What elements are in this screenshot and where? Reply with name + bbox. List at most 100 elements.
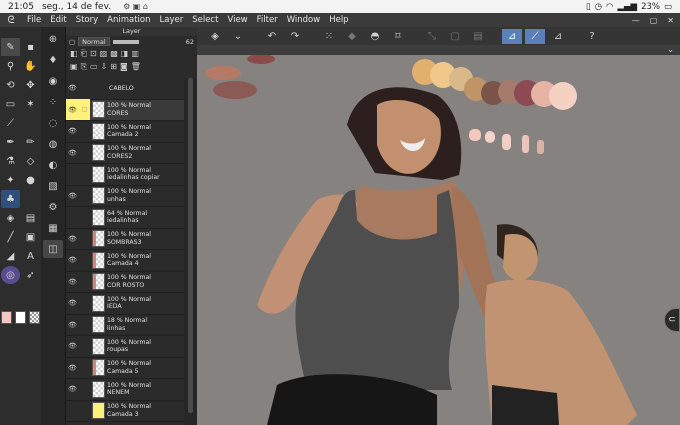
layer-row[interactable]: 👁 100 % Normal Camada 5: [66, 357, 184, 379]
mask-icon[interactable]: ▩: [110, 49, 118, 58]
fill-selection-icon[interactable]: ◓: [365, 29, 385, 44]
layer-edit-state-icon[interactable]: [79, 164, 90, 185]
visibility-eye-icon[interactable]: 👁: [66, 185, 79, 206]
merge-icon[interactable]: ⊞: [110, 62, 117, 71]
deselect-icon[interactable]: ⁙: [319, 29, 339, 44]
menu-story[interactable]: Story: [71, 15, 102, 25]
menu-layer[interactable]: Layer: [155, 15, 188, 25]
layer-row[interactable]: 👁 ▢ 100 % Normal CORES: [66, 99, 184, 121]
new-folder-icon[interactable]: ▭: [90, 62, 98, 71]
layer-row[interactable]: 👁 100 % Normal IEDA: [66, 293, 184, 315]
text-icon[interactable]: A: [21, 247, 40, 265]
layer-row[interactable]: 64 % Normal iedalinhas: [66, 207, 184, 229]
layer-panel-icon[interactable]: ◫: [43, 240, 63, 258]
pen-icon[interactable]: ✒: [1, 133, 20, 151]
layer-settings-icon[interactable]: ▢: [69, 38, 75, 46]
water-drop-icon[interactable]: ♦: [43, 51, 63, 69]
lock-icon[interactable]: ⊡: [90, 49, 97, 58]
color-wheel-icon[interactable]: ◉: [43, 72, 63, 90]
layer-row[interactable]: 👁 100 % Normal SOMBRAS3: [66, 228, 184, 250]
pencil-icon[interactable]: ✏: [21, 133, 40, 151]
zoom-icon[interactable]: ⚲: [1, 57, 20, 75]
operation-icon[interactable]: ➶: [21, 266, 40, 284]
layer-edit-state-icon[interactable]: [79, 250, 90, 271]
layer-row[interactable]: 👁 100 % Normal CORES2: [66, 142, 184, 164]
layer-edit-state-icon[interactable]: [79, 121, 90, 142]
sub-color-swatch[interactable]: [15, 311, 26, 324]
intermediate-color-icon[interactable]: ◍: [43, 135, 63, 153]
snap-ruler-icon[interactable]: ⊿: [502, 28, 522, 44]
snap-grid-icon[interactable]: ⊿: [548, 29, 568, 44]
visibility-eye-icon[interactable]: [66, 207, 79, 228]
opacity-slider[interactable]: [112, 39, 139, 44]
blend-mode-select[interactable]: Normal: [78, 37, 110, 46]
layer-mask-icon[interactable]: ◙: [120, 62, 128, 71]
line-icon[interactable]: ╱: [1, 228, 20, 246]
lock-alpha-icon[interactable]: ▨: [100, 49, 108, 58]
layer-edit-state-icon[interactable]: [79, 379, 90, 400]
layer-scrollbar[interactable]: [184, 78, 198, 425]
visibility-eye-icon[interactable]: 👁: [66, 379, 79, 400]
paste-icon[interactable]: ▤: [468, 29, 488, 44]
layer-scrollbar-thumb[interactable]: [188, 78, 193, 413]
visibility-eye-icon[interactable]: 👁: [66, 228, 79, 249]
brush-blue-icon[interactable]: ♣: [1, 190, 20, 208]
dropdown-chevron-icon[interactable]: ⌄: [228, 29, 248, 44]
layer-row[interactable]: 👁 100 % Normal unhas: [66, 185, 184, 207]
rotate-icon[interactable]: ⟲: [1, 76, 20, 94]
layer-row[interactable]: 👁 100 % Normal NENEM: [66, 379, 184, 401]
menu-edit[interactable]: Edit: [45, 15, 70, 25]
move-icon[interactable]: ✥: [21, 76, 40, 94]
layer-row[interactable]: 👁 100 % Normal COR ROSTO: [66, 271, 184, 293]
blend-icon[interactable]: ●: [21, 171, 40, 189]
crop-icon[interactable]: ⌑: [388, 29, 408, 44]
decoration-icon[interactable]: ✦: [1, 171, 20, 189]
menu-help[interactable]: Help: [324, 15, 352, 25]
visibility-eye-icon[interactable]: 👁: [66, 271, 79, 292]
reference-icon[interactable]: ⎗: [81, 49, 87, 59]
eyedropper-icon[interactable]: ⟋: [1, 114, 20, 132]
close-icon[interactable]: ✕: [667, 16, 674, 25]
clip-icon[interactable]: ◧: [70, 49, 78, 58]
layer-edit-state-icon[interactable]: [79, 400, 90, 421]
fill-canvas-icon[interactable]: ◈: [205, 29, 225, 44]
drawing-canvas[interactable]: [197, 45, 680, 425]
main-color-swatch[interactable]: [1, 311, 12, 324]
visibility-eye-icon[interactable]: 👁: [66, 357, 79, 378]
lasso-icon[interactable]: ◎: [1, 266, 20, 284]
restore-icon[interactable]: ▢: [650, 16, 658, 25]
minimize-icon[interactable]: —: [632, 16, 640, 25]
visibility-eye-icon[interactable]: 👁: [66, 336, 79, 357]
transfer-down-icon[interactable]: ⇩: [101, 62, 108, 71]
transform-icon[interactable]: ⤡: [422, 29, 442, 44]
eraser-icon[interactable]: ◇: [21, 152, 40, 170]
visibility-eye-icon[interactable]: 👁: [66, 78, 79, 99]
layer-row[interactable]: 👁 CABELO: [66, 78, 184, 100]
airbrush-icon[interactable]: ⚗: [1, 152, 20, 170]
layer-edit-state-icon[interactable]: [79, 336, 90, 357]
layer-edit-state-icon[interactable]: [79, 357, 90, 378]
visibility-eye-icon[interactable]: 👁: [66, 314, 79, 335]
balloon-icon[interactable]: ◢: [1, 247, 20, 265]
layer-row[interactable]: 👁 100 % Normal Camada 4: [66, 250, 184, 272]
approx-color-icon[interactable]: ◐: [43, 156, 63, 174]
snap-special-ruler-icon[interactable]: ⟋: [525, 28, 545, 44]
hand-icon[interactable]: ✋: [21, 57, 40, 75]
rect-select-icon[interactable]: ▭: [1, 95, 20, 113]
clear-icon[interactable]: ◆: [342, 29, 362, 44]
menu-select[interactable]: Select: [187, 15, 222, 25]
material-icon[interactable]: ▦: [43, 219, 63, 237]
palette-icon[interactable]: ▥: [131, 49, 139, 58]
tool-group-icon[interactable]: ▪: [21, 38, 40, 56]
fill-icon[interactable]: ◈: [1, 209, 20, 227]
visibility-eye-icon[interactable]: 👁: [66, 142, 79, 163]
layer-edit-state-icon[interactable]: [79, 293, 90, 314]
layer-edit-state-icon[interactable]: [79, 142, 90, 163]
ruler-icon[interactable]: ◨: [121, 49, 129, 58]
visibility-eye-icon[interactable]: 👁: [66, 250, 79, 271]
scale-icon[interactable]: ▢: [445, 29, 465, 44]
layer-row[interactable]: 👁 100 % Normal roupas: [66, 336, 184, 358]
layer-edit-state-icon[interactable]: [79, 78, 90, 99]
menu-animation[interactable]: Animation: [102, 15, 154, 25]
color-history-icon[interactable]: ◌: [43, 114, 63, 132]
